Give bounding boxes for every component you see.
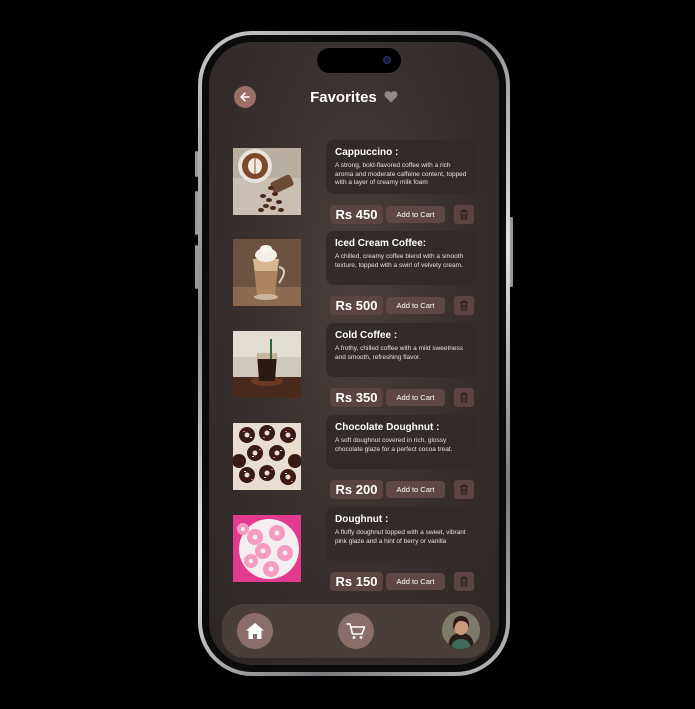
item-description: A frothy, chilled coffee with a mild swe… xyxy=(335,345,464,361)
phone-bezel: Favorites Cappuccino: A strong, bold-fl… xyxy=(202,35,506,672)
favorite-item: Cold Coffee : A frothy, chilled coffee w… xyxy=(233,323,493,415)
nav-cart-button[interactable] xyxy=(338,613,374,649)
item-name: Cold Coffee : xyxy=(335,330,398,341)
profile-avatar[interactable] xyxy=(442,611,480,649)
item-description: A soft doughnut covered in rich, glossy … xyxy=(335,437,453,453)
favorite-item: Doughnut : A fluffy doughnut topped with… xyxy=(233,507,493,599)
add-to-cart-button[interactable]: Add to Cart xyxy=(386,206,445,223)
item-card[interactable]: Iced Cream Coffee: A chilled, creamy cof… xyxy=(326,231,476,285)
item-description: A fluffy doughnut topped with a sweet, v… xyxy=(335,529,466,545)
power-button xyxy=(510,217,513,287)
item-name: Chocolate Doughnut : xyxy=(335,422,440,433)
item-card[interactable]: Doughnut : A fluffy doughnut topped with… xyxy=(326,507,476,561)
favorite-item: Chocolate Doughnut : A soft doughnut cov… xyxy=(233,415,493,507)
item-price: Rs 150 xyxy=(330,572,383,591)
chocolate-doughnut-image xyxy=(233,423,301,490)
item-price: Rs 200 xyxy=(330,480,383,499)
trash-icon xyxy=(460,392,468,403)
action-button xyxy=(195,151,198,177)
delete-button[interactable] xyxy=(454,388,474,407)
page-title: Favorites xyxy=(209,89,499,106)
bottom-nav xyxy=(222,604,490,658)
item-card[interactable]: Chocolate Doughnut : A soft doughnut cov… xyxy=(326,415,476,469)
add-to-cart-button[interactable]: Add to Cart xyxy=(386,573,445,590)
page-title-text: Favorites xyxy=(310,89,377,106)
cart-icon xyxy=(346,623,366,639)
delete-button[interactable] xyxy=(454,480,474,499)
add-to-cart-button[interactable]: Add to Cart xyxy=(386,481,445,498)
trash-icon xyxy=(460,576,468,587)
trash-icon xyxy=(460,300,468,311)
cold-coffee-image xyxy=(233,331,301,398)
dynamic-island xyxy=(317,48,401,73)
pink-doughnut-image xyxy=(233,515,301,582)
item-name: Iced Cream Coffee: xyxy=(335,238,427,249)
volume-up-button xyxy=(195,191,198,235)
favorite-item: Cappuccino : A strong, bold-flavored cof… xyxy=(233,140,493,232)
item-description: A strong, bold-flavored coffee with a ri… xyxy=(335,162,467,186)
item-name: Doughnut : xyxy=(335,514,389,525)
delete-button[interactable] xyxy=(454,205,474,224)
cappuccino-image xyxy=(233,148,301,215)
item-card[interactable]: Cold Coffee : A frothy, chilled coffee w… xyxy=(326,323,476,377)
item-price: Rs 350 xyxy=(330,388,383,407)
phone-frame: Favorites Cappuccino: A strong, bold-fl… xyxy=(195,31,513,676)
home-icon xyxy=(246,623,264,639)
delete-button[interactable] xyxy=(454,572,474,591)
heart-icon xyxy=(384,91,398,103)
iced-cream-coffee-image xyxy=(233,239,301,306)
trash-icon xyxy=(460,209,468,220)
add-to-cart-button[interactable]: Add to Cart xyxy=(386,389,445,406)
item-description: A chilled, creamy coffee blend with a sm… xyxy=(335,253,464,269)
volume-down-button xyxy=(195,245,198,289)
favorite-item: Iced Cream Coffee: A chilled, creamy cof… xyxy=(233,231,493,323)
nav-home-button[interactable] xyxy=(237,613,273,649)
item-card[interactable]: Cappuccino : A strong, bold-flavored cof… xyxy=(326,140,476,194)
app-screen: Favorites Cappuccino: A strong, bold-fl… xyxy=(209,42,499,665)
item-price: Rs 500 xyxy=(330,296,383,315)
item-price: Rs 450 xyxy=(330,205,383,224)
trash-icon xyxy=(460,484,468,495)
camera-icon xyxy=(383,56,391,64)
add-to-cart-button[interactable]: Add to Cart xyxy=(386,297,445,314)
delete-button[interactable] xyxy=(454,296,474,315)
item-name: Cappuccino : xyxy=(335,147,399,158)
